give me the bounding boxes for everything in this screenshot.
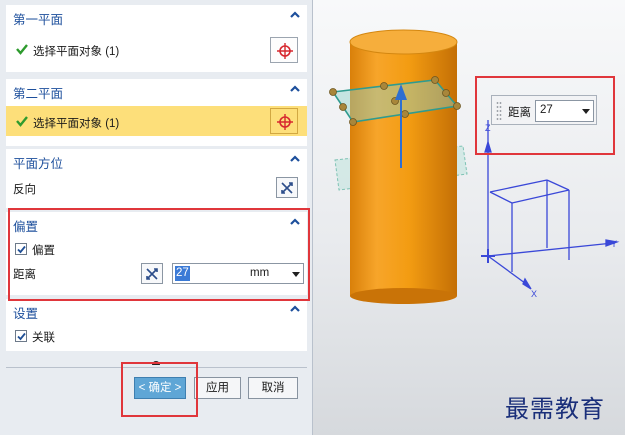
associative-label: 关联 bbox=[32, 332, 55, 344]
check-icon bbox=[16, 44, 28, 55]
second-plane-select-button[interactable] bbox=[270, 108, 298, 134]
screen-input-highlight-box bbox=[475, 76, 615, 155]
graphics-viewport[interactable]: Z Y X 距离 27 bbox=[313, 0, 625, 435]
first-plane-select-button[interactable] bbox=[270, 37, 298, 63]
chevron-up-icon[interactable] bbox=[289, 153, 301, 165]
crosshair-icon bbox=[277, 114, 293, 130]
settings-title: 设置 bbox=[13, 307, 39, 321]
associative-checkbox[interactable] bbox=[15, 330, 27, 342]
second-plane-select-label: 选择平面对象 (1) bbox=[33, 118, 120, 130]
second-plane-select-row[interactable]: 选择平面对象 (1) bbox=[6, 106, 307, 136]
second-plane-title: 第二平面 bbox=[13, 87, 64, 101]
ok-highlight-box bbox=[121, 362, 198, 417]
datum-plane-dialog: 第一平面 选择平面对象 (1) 第二平面 选择平面对象 (1) 平面方位 反向 … bbox=[0, 0, 313, 435]
plane-orientation-section: 平面方位 反向 bbox=[6, 149, 307, 208]
check-icon bbox=[16, 116, 28, 127]
second-plane-header[interactable]: 第二平面 bbox=[6, 79, 307, 101]
second-plane-section: 第二平面 选择平面对象 (1) bbox=[6, 79, 307, 146]
crosshair-icon bbox=[277, 43, 293, 59]
reverse-direction-icon bbox=[281, 182, 293, 194]
first-plane-title: 第一平面 bbox=[13, 13, 64, 27]
cylinder-body[interactable] bbox=[349, 29, 458, 304]
plane-orientation-header[interactable]: 平面方位 bbox=[6, 149, 307, 171]
first-plane-section: 第一平面 选择平面对象 (1) bbox=[6, 5, 307, 72]
model-scene: Z Y X bbox=[329, 29, 620, 304]
chevron-up-icon[interactable] bbox=[289, 303, 301, 315]
offset-highlight-box bbox=[8, 208, 310, 301]
first-plane-select-label: 选择平面对象 (1) bbox=[33, 46, 120, 58]
y-axis-label: Y bbox=[611, 239, 617, 249]
chevron-up-icon[interactable] bbox=[289, 9, 301, 21]
watermark-text: 最需教育 bbox=[505, 395, 605, 423]
settings-section: 设置 关联 bbox=[6, 299, 307, 351]
settings-header[interactable]: 设置 bbox=[6, 299, 307, 321]
reverse-label: 反向 bbox=[13, 184, 36, 196]
plane-orientation-title: 平面方位 bbox=[13, 157, 64, 171]
apply-button[interactable]: 应用 bbox=[194, 377, 241, 399]
first-plane-select-row[interactable]: 选择平面对象 (1) bbox=[6, 36, 307, 64]
check-icon bbox=[17, 332, 26, 341]
chevron-up-icon[interactable] bbox=[289, 83, 301, 95]
x-axis-label: X bbox=[531, 289, 537, 299]
first-plane-header[interactable]: 第一平面 bbox=[6, 5, 307, 27]
cancel-button[interactable]: 取消 bbox=[248, 377, 298, 399]
reverse-direction-button[interactable] bbox=[276, 177, 298, 198]
